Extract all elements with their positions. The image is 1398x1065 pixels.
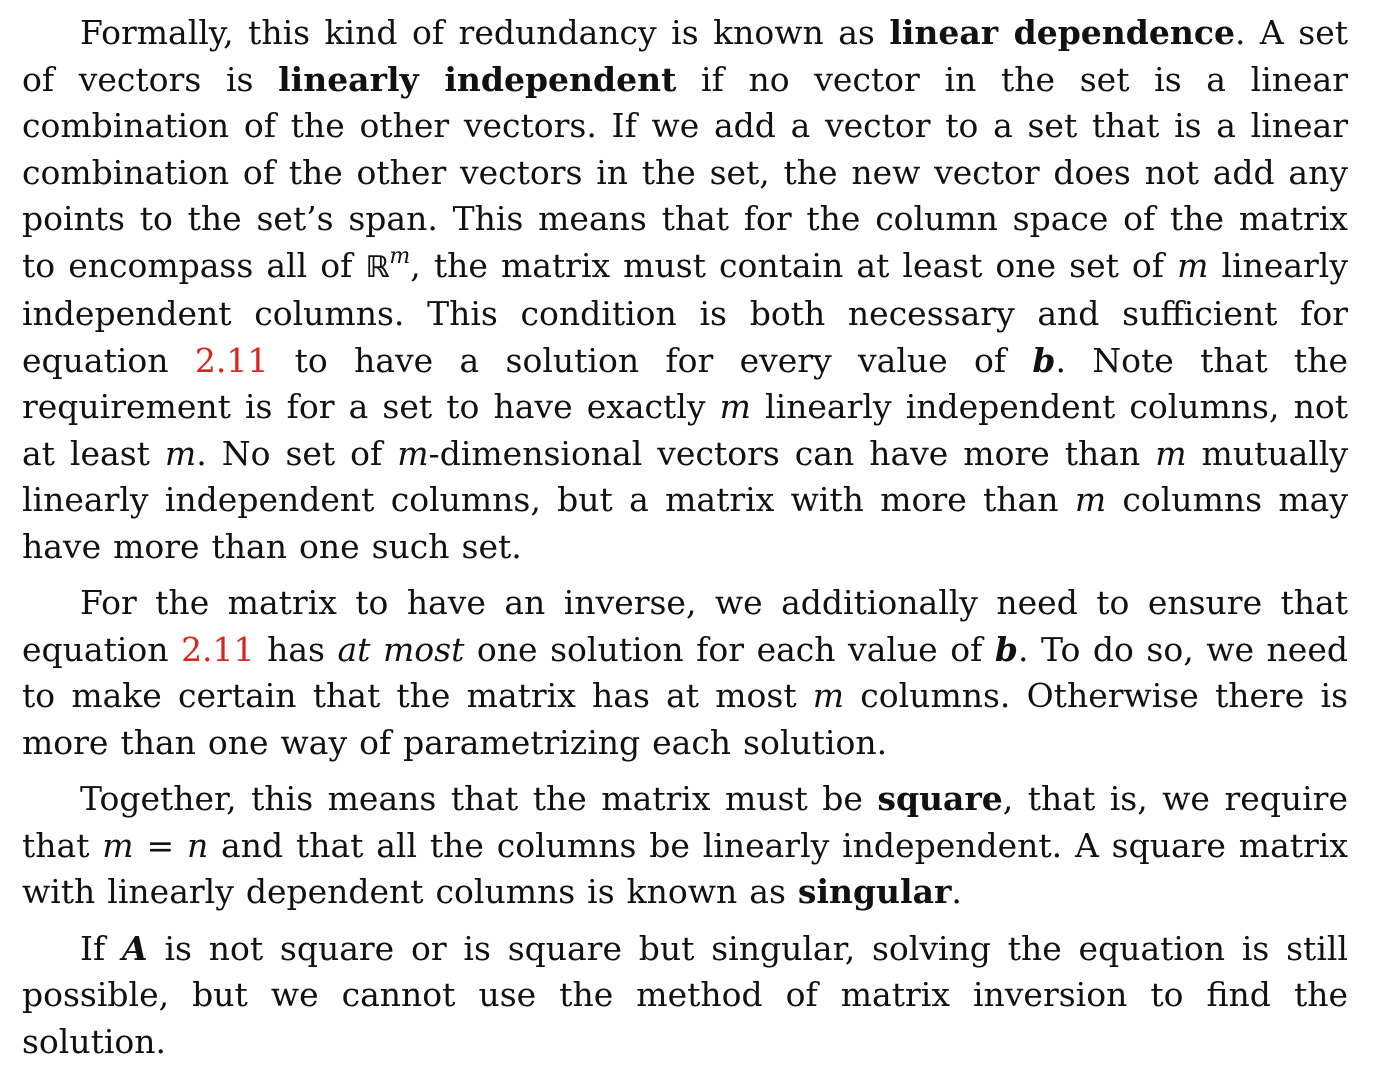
math-matrix-A: A <box>122 929 148 968</box>
text-run: -dimensional vectors can have more than <box>429 434 1156 473</box>
text-run: and that all the columns be linearly ind… <box>22 826 1348 912</box>
paragraph-linear-dependence: Formally, this kind of redundancy is kno… <box>22 10 1348 570</box>
equation-ref-link[interactable]: 2.11 <box>195 341 268 380</box>
term-square: square <box>877 779 1002 818</box>
term-singular: singular <box>798 872 951 911</box>
paragraph-inverse-requirement: For the matrix to have an inverse, we ad… <box>22 580 1348 766</box>
text-run: If <box>80 929 122 968</box>
math-var-m: m <box>1177 246 1208 285</box>
text-run: to have a solution for every value of <box>268 341 1032 380</box>
text-run: . No set of <box>196 434 397 473</box>
math-var-m: m <box>1155 434 1186 473</box>
math-var-m: m <box>1075 480 1106 519</box>
text-run: is not square or is square but singular,… <box>22 929 1348 1061</box>
math-var-m: m <box>102 826 133 865</box>
math-exponent-m: m <box>389 244 410 269</box>
text-run: . <box>951 872 962 911</box>
paragraph-square-matrix: Together, this means that the matrix mus… <box>22 776 1348 916</box>
math-vector-b: b <box>995 630 1018 669</box>
text-run: Together, this means that the matrix mus… <box>80 779 877 818</box>
math-vector-b: b <box>1032 341 1055 380</box>
paragraph-nonsquare-case: If A is not square or is square but sing… <box>22 926 1348 1065</box>
emphasis-at-most: at most <box>338 630 465 669</box>
math-reals-symbol: ℝ <box>365 250 389 285</box>
term-linear-dependence: linear dependence <box>889 13 1235 52</box>
math-var-m: m <box>165 434 196 473</box>
text-run: one solution for each value of <box>464 630 995 669</box>
math-var-m: m <box>720 387 751 426</box>
math-var-m: m <box>813 676 844 715</box>
math-var-n: n <box>187 826 208 865</box>
math-var-m: m <box>397 434 428 473</box>
term-linearly-independent: linearly independent <box>278 60 676 99</box>
equation-ref-link[interactable]: 2.11 <box>181 630 254 669</box>
math-equals-sign: = <box>134 826 187 865</box>
document-page: Formally, this kind of redundancy is kno… <box>0 0 1398 1002</box>
text-run: has <box>255 630 338 669</box>
text-run: , the matrix must contain at least one s… <box>410 246 1177 285</box>
text-run: Formally, this kind of redundancy is kno… <box>80 13 889 52</box>
